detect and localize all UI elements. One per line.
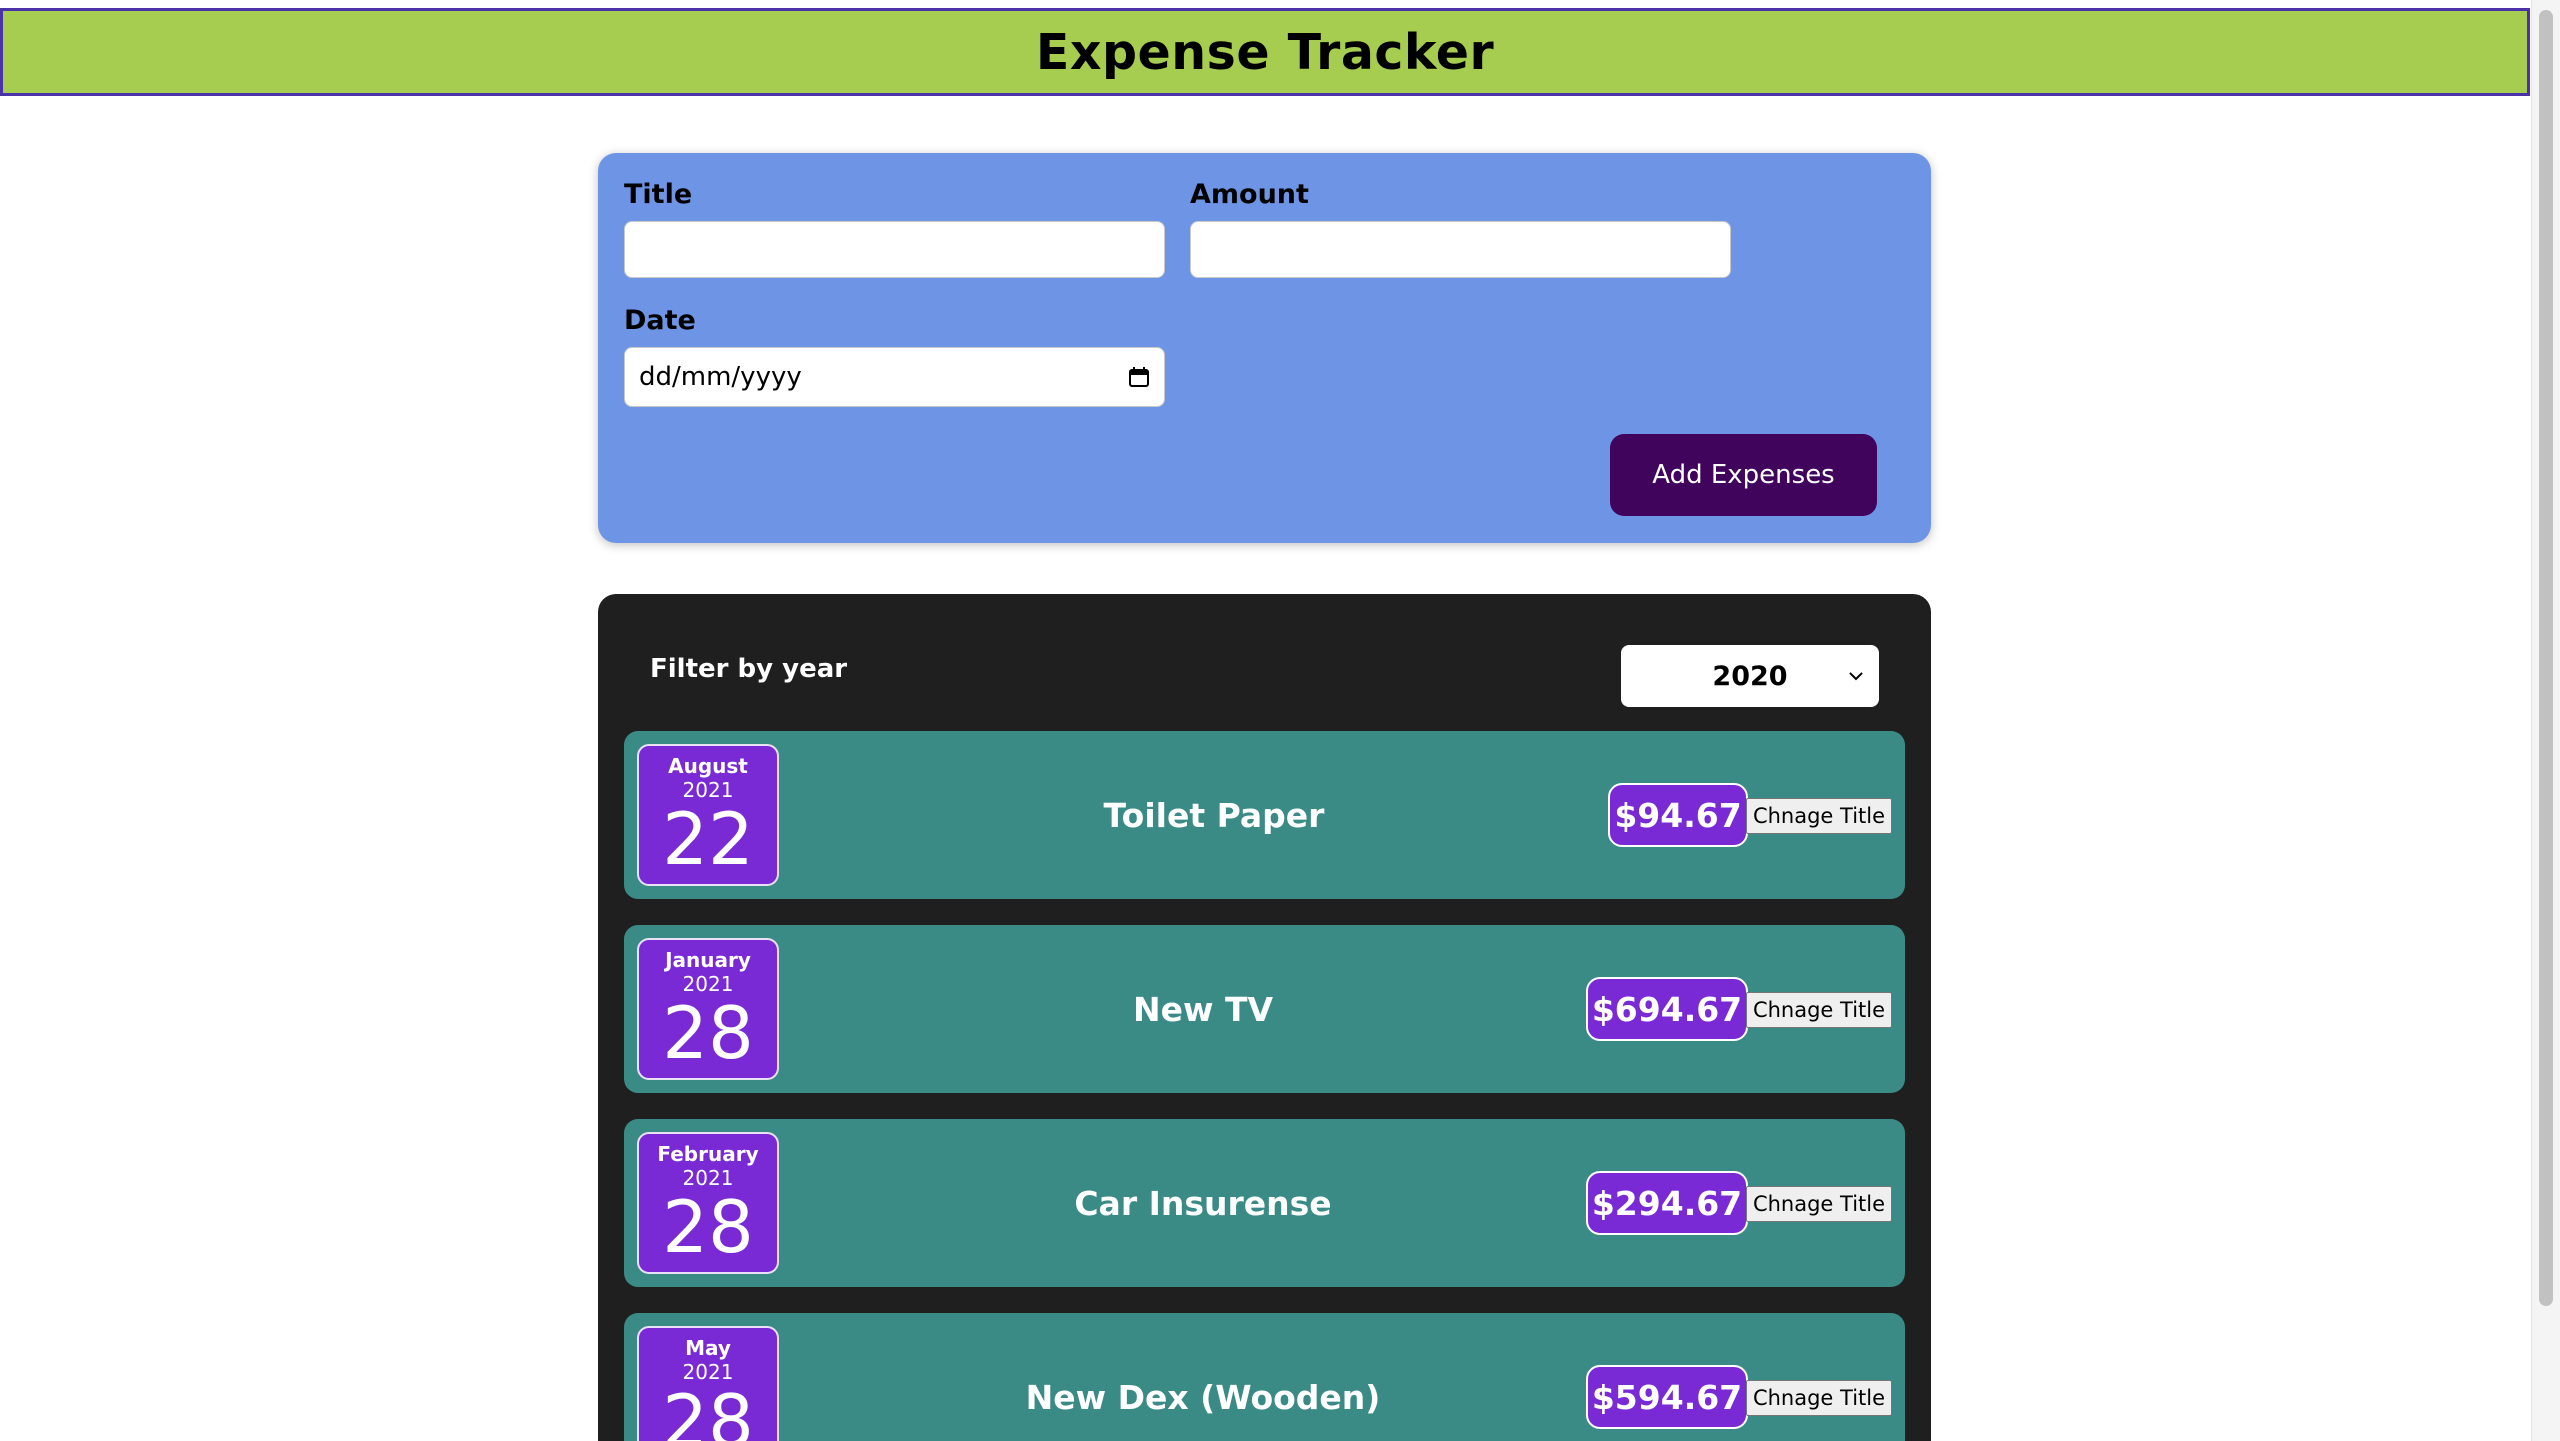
app-header: Expense Tracker [0, 8, 2530, 96]
date-placeholder: dd/mm/yyyy [639, 362, 802, 392]
add-expenses-button[interactable]: Add Expenses [1610, 434, 1877, 516]
expenses-panel: Filter by year 2020 August 2021 22 Toile… [598, 594, 1931, 1441]
app-title: Expense Tracker [1035, 23, 1495, 81]
expense-title: New TV [1132, 989, 1274, 1029]
expense-amount: $594.67 [1586, 1365, 1748, 1429]
expense-item: May 2021 28 New Dex (Wooden) $594.67 Chn… [624, 1313, 1905, 1441]
expense-amount: $94.67 [1608, 783, 1748, 847]
expense-date: May 2021 28 [637, 1326, 779, 1441]
date-input[interactable]: dd/mm/yyyy [624, 347, 1165, 407]
title-input[interactable] [624, 221, 1165, 278]
expense-month: January [665, 948, 751, 972]
change-title-button[interactable]: Chnage Title [1746, 992, 1892, 1028]
expense-day: 28 [662, 1379, 754, 1441]
expense-month: August [668, 754, 748, 778]
amount-label: Amount [1190, 179, 1309, 210]
expense-amount: $694.67 [1586, 977, 1748, 1041]
date-label: Date [624, 305, 696, 336]
expense-month: May [685, 1336, 731, 1360]
scrollbar-thumb[interactable] [2539, 10, 2553, 1306]
vertical-scrollbar[interactable] [2531, 0, 2560, 1441]
new-expense-form: Title Amount Date dd/mm/yyyy Add Expense… [598, 153, 1931, 543]
expense-item: January 2021 28 New TV $694.67 Chnage Ti… [624, 925, 1905, 1093]
filter-label: Filter by year [650, 654, 848, 684]
change-title-button[interactable]: Chnage Title [1746, 798, 1892, 834]
title-label: Title [624, 179, 693, 210]
year-filter-select[interactable]: 2020 [1621, 645, 1879, 707]
expense-month: February [657, 1142, 759, 1166]
selected-year: 2020 [1712, 660, 1788, 692]
expense-amount: $294.67 [1586, 1171, 1748, 1235]
expense-date: February 2021 28 [637, 1132, 779, 1274]
expense-day: 22 [662, 797, 754, 881]
expense-item: February 2021 28 Car Insurense $294.67 C… [624, 1119, 1905, 1287]
page: Expense Tracker Title Amount Date dd/mm/… [0, 0, 2560, 1441]
expense-date: August 2021 22 [637, 744, 779, 886]
expense-title: New Dex (Wooden) [1025, 1377, 1381, 1417]
expense-title: Car Insurense [1074, 1183, 1332, 1223]
expense-item: August 2021 22 Toilet Paper $94.67 Chnag… [624, 731, 1905, 899]
chevron-down-icon [1849, 672, 1863, 681]
expense-day: 28 [662, 991, 754, 1075]
expense-day: 28 [662, 1185, 754, 1269]
calendar-icon[interactable] [1128, 366, 1150, 388]
change-title-button[interactable]: Chnage Title [1746, 1186, 1892, 1222]
change-title-button[interactable]: Chnage Title [1746, 1380, 1892, 1416]
expense-title: Toilet Paper [1103, 795, 1325, 835]
amount-input[interactable] [1190, 221, 1731, 278]
expense-date: January 2021 28 [637, 938, 779, 1080]
